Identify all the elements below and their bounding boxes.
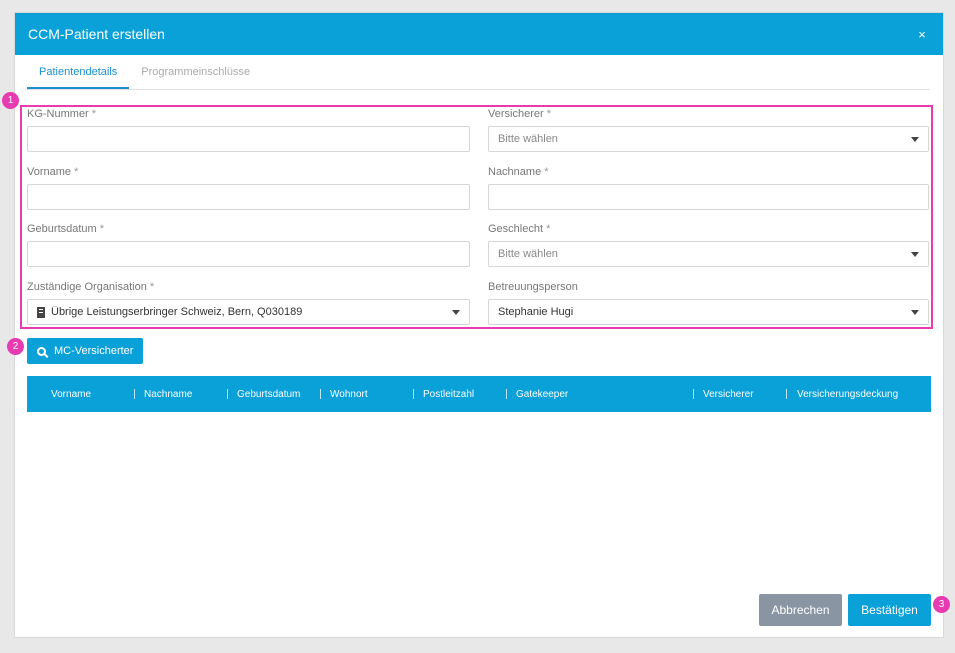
- betreuungsperson-field: Betreuungsperson Stephanie Hugi: [488, 281, 929, 325]
- caret-down-icon: [911, 136, 919, 142]
- building-icon: [37, 306, 45, 318]
- column-geburtsdatum[interactable]: Geburtsdatum: [237, 376, 300, 414]
- column-nachname[interactable]: Nachname: [144, 376, 192, 414]
- confirm-button[interactable]: Bestätigen: [848, 594, 931, 626]
- column-separator: [506, 389, 507, 399]
- dialog-title: CCM-Patient erstellen: [28, 26, 165, 42]
- organisation-select[interactable]: Übrige Leistungserbringer Schweiz, Bern,…: [27, 299, 470, 325]
- vorname-input[interactable]: [27, 184, 470, 210]
- column-separator: [134, 389, 135, 399]
- column-vorname[interactable]: Vorname: [51, 376, 91, 414]
- organisation-field: Zuständige Organisation * Übrige Leistun…: [27, 281, 470, 325]
- dialog-header: CCM-Patient erstellen ×: [15, 13, 943, 55]
- badge-3: 3: [933, 596, 950, 613]
- tab-patientendetails[interactable]: Patientendetails: [27, 55, 130, 89]
- geschlecht-field: Geschlecht * Bitte wählen: [488, 223, 929, 267]
- close-icon[interactable]: ×: [914, 26, 930, 42]
- nachname-label: Nachname *: [488, 166, 549, 178]
- search-icon: [37, 346, 46, 356]
- mc-versicherter-label: MC-Versicherter: [54, 345, 134, 357]
- versicherer-label: Versicherer *: [488, 108, 551, 120]
- caret-down-icon: [452, 309, 460, 315]
- geburtsdatum-label: Geburtsdatum *: [27, 223, 105, 235]
- badge-2: 2: [7, 338, 24, 355]
- cancel-button[interactable]: Abbrechen: [759, 594, 842, 626]
- versicherer-field: Versicherer * Bitte wählen: [488, 108, 929, 152]
- kg-nummer-field: KG-Nummer *: [27, 108, 470, 152]
- nachname-field: Nachname *: [488, 166, 929, 210]
- column-separator: [786, 389, 787, 399]
- column-separator: [320, 389, 321, 399]
- column-postleitzahl[interactable]: Postleitzahl: [423, 376, 474, 414]
- geburtsdatum-field: Geburtsdatum *: [27, 223, 470, 267]
- versicherer-select[interactable]: Bitte wählen: [488, 126, 929, 152]
- column-gatekeeper[interactable]: Gatekeeper: [516, 376, 568, 414]
- vorname-field: Vorname *: [27, 166, 470, 210]
- caret-down-icon: [911, 309, 919, 315]
- tab-bar: Patientendetails Programmeinschlüsse: [27, 55, 930, 90]
- betreuungsperson-select[interactable]: Stephanie Hugi: [488, 299, 929, 325]
- column-versicherer[interactable]: Versicherer: [703, 376, 754, 414]
- results-table-header: Vorname Nachname Geburtsdatum Wohnort Po…: [27, 376, 931, 412]
- badge-1: 1: [2, 92, 19, 109]
- vorname-label: Vorname *: [27, 166, 79, 178]
- column-separator: [227, 389, 228, 399]
- geburtsdatum-input[interactable]: [27, 241, 470, 267]
- caret-down-icon: [911, 251, 919, 257]
- nachname-input[interactable]: [488, 184, 929, 210]
- kg-nummer-label: KG-Nummer *: [27, 108, 97, 120]
- mc-versicherter-button[interactable]: MC-Versicherter: [27, 338, 143, 364]
- tab-programmeinschluesse[interactable]: Programmeinschlüsse: [129, 55, 262, 89]
- geschlecht-select[interactable]: Bitte wählen: [488, 241, 929, 267]
- column-versicherungsdeckung[interactable]: Versicherungsdeckung: [797, 376, 898, 414]
- kg-nummer-input[interactable]: [27, 126, 470, 152]
- column-separator: [693, 389, 694, 399]
- column-separator: [413, 389, 414, 399]
- column-wohnort[interactable]: Wohnort: [330, 376, 368, 414]
- organisation-label: Zuständige Organisation *: [27, 281, 155, 293]
- geschlecht-label: Geschlecht *: [488, 223, 551, 235]
- betreuungsperson-label: Betreuungsperson: [488, 281, 578, 293]
